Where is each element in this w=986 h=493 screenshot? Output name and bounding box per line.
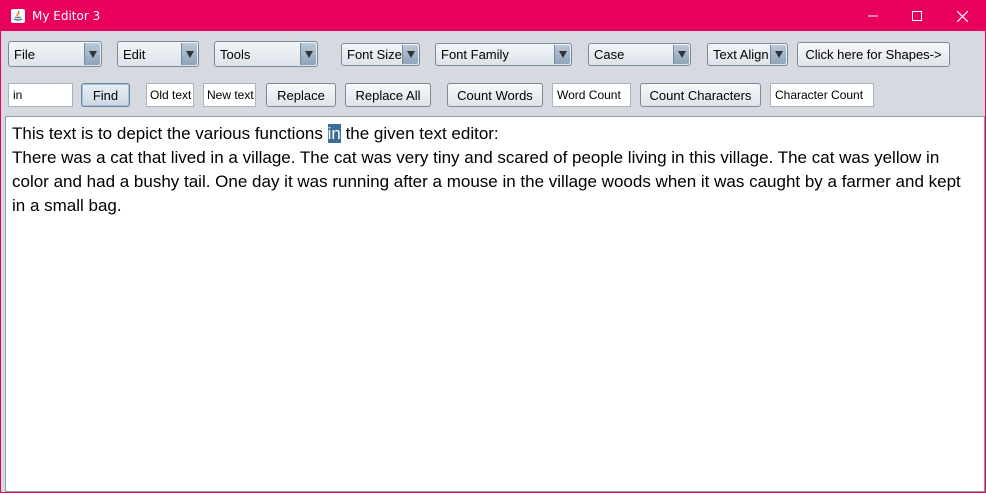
find-input[interactable]: in: [8, 83, 73, 107]
editor-line-1: This text is to depict the various funct…: [12, 122, 978, 146]
window-title: My Editor 3: [32, 9, 101, 23]
editor-paragraph-2: There was a cat that lived in a village.…: [12, 148, 961, 215]
font-family-label: Font Family: [441, 47, 509, 62]
font-size-label: Font Size: [347, 47, 402, 62]
tools-menu-combo[interactable]: Tools: [214, 41, 318, 67]
chevron-down-icon: [673, 45, 689, 64]
chevron-down-icon: [300, 43, 316, 65]
new-text-input[interactable]: New text: [203, 83, 256, 107]
font-family-combo[interactable]: Font Family: [435, 43, 572, 66]
maximize-button[interactable]: [894, 1, 940, 31]
replace-button[interactable]: Replace: [266, 83, 336, 107]
chevron-down-icon: [181, 43, 197, 65]
minimize-button[interactable]: [850, 1, 896, 31]
find-button[interactable]: Find: [81, 83, 130, 107]
chevron-down-icon: [554, 45, 570, 64]
tools-menu-label: Tools: [220, 47, 251, 62]
chevron-down-icon: [84, 43, 100, 65]
editor-text-area[interactable]: This text is to depict the various funct…: [5, 116, 985, 492]
font-size-combo[interactable]: Font Size: [341, 43, 420, 66]
edit-menu-combo[interactable]: Edit: [117, 41, 199, 67]
chevron-down-icon: [770, 45, 786, 64]
old-text-input[interactable]: Old text: [146, 83, 194, 107]
chevron-down-icon: [402, 45, 418, 64]
file-menu-combo[interactable]: File: [8, 41, 102, 67]
edit-menu-label: Edit: [123, 47, 146, 62]
java-app-icon: [10, 8, 26, 24]
title-bar[interactable]: My Editor 3: [1, 1, 985, 31]
count-words-button[interactable]: Count Words: [447, 83, 543, 107]
minimize-icon: [868, 15, 878, 17]
case-combo[interactable]: Case: [588, 43, 691, 66]
shapes-button[interactable]: Click here for Shapes->: [797, 42, 950, 67]
maximize-icon: [912, 11, 922, 21]
close-button[interactable]: [939, 1, 985, 31]
editor-line-1-before: This text is to depict the various funct…: [12, 124, 328, 143]
editor-line-1-after: the given text editor:: [340, 124, 499, 143]
editor-window: My Editor 3 File Edit Tools Font Size Fo…: [0, 0, 986, 493]
case-label: Case: [594, 47, 625, 62]
text-align-label: Text Align: [713, 47, 769, 62]
find-highlight: in: [327, 124, 341, 143]
text-align-combo[interactable]: Text Align: [707, 43, 788, 66]
close-icon: [956, 10, 968, 22]
word-count-field: Word Count: [552, 83, 631, 107]
file-menu-label: File: [14, 47, 35, 62]
replace-all-button[interactable]: Replace All: [345, 83, 431, 107]
count-characters-button[interactable]: Count Characters: [640, 83, 761, 107]
character-count-field: Character Count: [770, 83, 874, 107]
